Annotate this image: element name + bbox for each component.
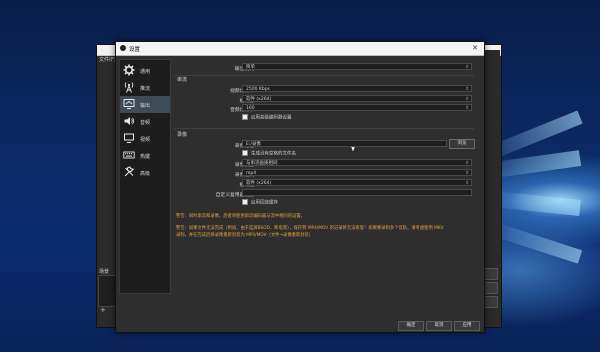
obs-menu-file[interactable]: 文件(F) [99, 56, 116, 63]
cancel-button[interactable]: 取消 [426, 321, 452, 331]
checkbox-box[interactable] [242, 199, 248, 205]
output-mode-value: 简单 [246, 65, 255, 70]
sidebar-item-audio[interactable]: 音频 [120, 113, 170, 130]
browse-button[interactable]: 浏览 [449, 139, 475, 149]
dialog-title: 设置 [129, 47, 141, 53]
chevron-down-icon: ⇕ [465, 171, 469, 176]
gear-icon [123, 64, 135, 76]
section-divider [174, 128, 474, 129]
recording-section-title: 录像 [177, 132, 188, 138]
chevron-down-icon: ⇕ [465, 181, 469, 186]
sidebar-item-label: 热键 [140, 154, 151, 160]
warning-text-3: 录制，并在完成后将录像重新封装为 MP4/MOV（文件→录像重新封装） [176, 233, 314, 238]
replay-buffer-label: 启用回放缓存 [251, 200, 278, 206]
no-space-filename-label: 生成没有空格的文件名 [251, 151, 296, 157]
sidebar-item-advanced[interactable]: 高级 [120, 164, 170, 181]
obs-logo-icon [120, 45, 126, 51]
replay-buffer-checkbox[interactable]: 启用回放缓存 [242, 199, 278, 206]
scenes-panel-label: 场景 [99, 269, 110, 275]
encoder-select[interactable]: 软件 (x264) ⇕ [242, 95, 472, 102]
output-monitor-icon [123, 99, 135, 109]
custom-muxer-field[interactable] [242, 189, 472, 196]
record-quality-value: 与串流画质相同 [246, 161, 278, 166]
sidebar-item-general[interactable]: 通用 [120, 62, 170, 79]
video-bitrate-field[interactable]: 2500 Kbps ⇕ [242, 85, 472, 92]
encoder-value: 软件 (x264) [246, 97, 272, 102]
sidebar-item-hotkeys[interactable]: 热键 [120, 147, 170, 164]
streaming-section-title: 串流 [177, 77, 188, 83]
section-divider [174, 75, 474, 76]
sidebar-item-label: 视频 [140, 137, 151, 143]
chevron-down-icon: ⇕ [465, 106, 469, 111]
settings-sidebar: 通用 推流 输出 音频 视频 热键 高级 [119, 59, 171, 294]
sidebar-item-output[interactable]: 输出 [120, 96, 170, 113]
tools-icon [124, 166, 134, 177]
speaker-icon [124, 117, 135, 125]
record-encoder-select[interactable]: 软件 (x264) ⇕ [242, 179, 472, 186]
spinner-icon[interactable]: ⇕ [465, 86, 469, 93]
sidebar-item-label: 推流 [140, 86, 151, 92]
scenes-list[interactable] [98, 275, 116, 307]
keyboard-icon [123, 151, 135, 159]
sidebar-item-label: 通用 [140, 69, 151, 75]
broadcast-tower-icon [124, 82, 134, 93]
sidebar-item-stream[interactable]: 推流 [120, 79, 170, 96]
audio-bitrate-value: 160 [246, 106, 255, 111]
dialog-button-bar: 确定 取消 应用 [116, 319, 484, 332]
record-format-select[interactable]: mp4 ⇕ [242, 169, 472, 176]
chevron-down-icon: ⇕ [465, 161, 469, 166]
checkbox-box[interactable] [242, 150, 248, 156]
record-path-value: E:/录像 [246, 142, 261, 147]
no-space-filename-checkbox[interactable]: 生成没有空格的文件名 [242, 150, 296, 157]
warning-text-1: 警告：同时串流和录像，后者将使用串流编码器与流中相同的设置。 [176, 214, 305, 219]
sidebar-item-label: 输出 [140, 103, 151, 109]
record-encoder-value: 软件 (x264) [246, 181, 272, 186]
close-icon[interactable]: ✕ [472, 44, 478, 52]
advanced-encoder-checkbox[interactable]: 启用高级编码器设置 [242, 114, 292, 121]
add-scene-button[interactable]: + [100, 306, 106, 314]
apply-button[interactable]: 应用 [454, 321, 480, 331]
sidebar-item-label: 高级 [140, 171, 151, 177]
advanced-encoder-label: 启用高级编码器设置 [251, 115, 292, 121]
wallpaper-light-beam [489, 190, 581, 216]
ok-button[interactable]: 确定 [398, 321, 424, 331]
audio-bitrate-select[interactable]: 160 ⇕ [242, 104, 472, 111]
record-quality-select[interactable]: 与串流画质相同 ⇕ [242, 159, 472, 166]
output-mode-select[interactable]: 简单 ⇕ [242, 63, 472, 70]
video-bitrate-value: 2500 Kbps [246, 87, 270, 92]
sidebar-item-video[interactable]: 视频 [120, 130, 170, 147]
record-path-field[interactable]: E:/录像 [242, 140, 447, 147]
sidebar-item-label: 音频 [140, 120, 151, 126]
checkbox-box[interactable] [242, 114, 248, 120]
settings-dialog: 设置 ✕ 通用 推流 输出 音频 视频 热键 高级 简单 ⇕ 串流 2500 K… [115, 41, 485, 333]
dialog-titlebar: 设置 ✕ [116, 42, 484, 56]
warning-text-2: 警告：如果文件无法完成（例如，由于蓝屏BSOD、断电等），保存到 MP4/MOV… [176, 226, 444, 231]
display-icon [124, 133, 134, 143]
chevron-down-icon: ⇕ [465, 97, 469, 102]
chevron-down-icon: ⇕ [465, 65, 469, 70]
record-format-value: mp4 [246, 171, 257, 176]
